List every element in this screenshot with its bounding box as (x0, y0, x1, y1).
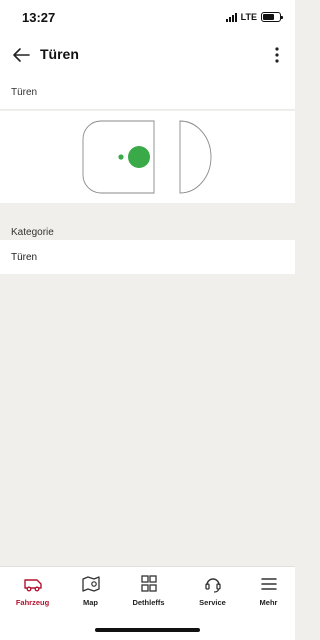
tab-service[interactable]: Service (183, 575, 242, 615)
arrow-left-icon (13, 48, 30, 62)
menu-icon (260, 578, 277, 590)
map-pin-icon (81, 576, 100, 592)
headset-icon (204, 578, 221, 593)
status-time: 13:27 (22, 10, 56, 25)
category-item-label: Türen (11, 252, 38, 263)
tab-fahrzeug[interactable]: Fahrzeug (3, 575, 62, 615)
cellular-signal-icon (225, 12, 237, 22)
door-diagram (82, 120, 212, 194)
home-indicator (95, 628, 200, 632)
tab-label: Map (83, 598, 98, 607)
back-button[interactable] (10, 44, 32, 66)
more-options-button[interactable] (273, 44, 281, 66)
grid-icon (140, 575, 157, 592)
status-bar: 13:27 LTE (0, 0, 295, 36)
app-bar: Türen (0, 36, 295, 74)
tab-label: Mehr (259, 598, 278, 607)
tab-label: Dethleffs (132, 598, 165, 607)
network-type: LTE (240, 12, 257, 22)
tab-label: Fahrzeug (15, 598, 50, 607)
category-item-doors[interactable]: Türen (0, 240, 295, 274)
page-title: Türen (40, 46, 79, 62)
door-right-outline (179, 120, 212, 194)
tab-map[interactable]: Map (61, 575, 120, 615)
door-status-panel (0, 111, 295, 203)
battery-icon (261, 12, 283, 22)
status-indicators: LTE (225, 12, 283, 22)
door-status-indicator (128, 146, 150, 168)
door-status-indicator-small (118, 154, 124, 160)
category-header: Kategorie (0, 222, 295, 240)
vertical-ellipsis-icon (275, 47, 279, 63)
tab-dethleffs[interactable]: Dethleffs (119, 575, 178, 615)
tab-mehr[interactable]: Mehr (239, 575, 298, 615)
category-title: Kategorie (11, 227, 54, 238)
tab-label: Service (199, 598, 226, 607)
battery-level (263, 14, 275, 20)
van-icon (23, 579, 42, 592)
doors-section-title: Türen (11, 87, 38, 98)
doors-section-header: Türen (0, 74, 295, 110)
